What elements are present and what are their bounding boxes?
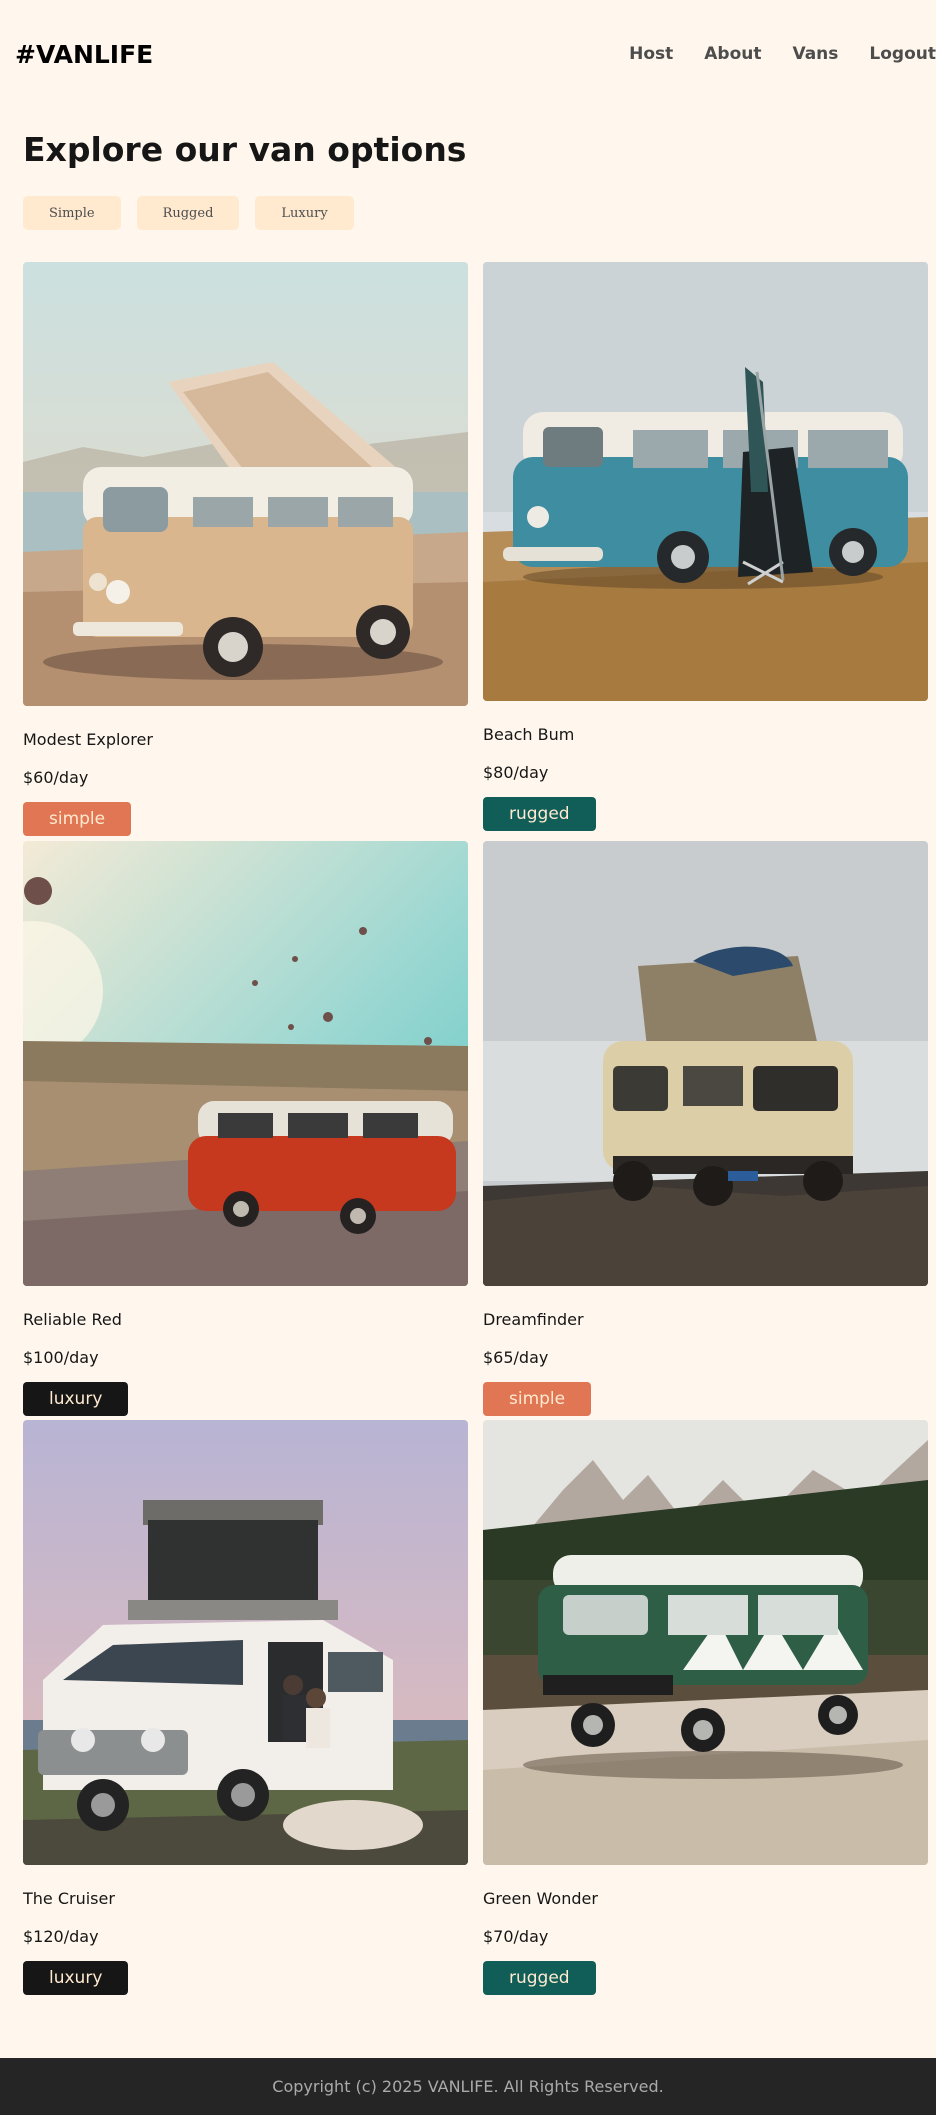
van-price: $80/day: [483, 763, 549, 782]
van-photo[interactable]: [23, 262, 468, 706]
van-card[interactable]: Dreamfinder $65/day simple: [483, 841, 928, 1416]
nav-link-logout[interactable]: Logout: [869, 44, 936, 64]
van-type-badge[interactable]: simple: [483, 1382, 592, 1416]
van-photo[interactable]: [483, 841, 928, 1286]
van-photo[interactable]: [23, 841, 468, 1286]
nav-link-host[interactable]: Host: [629, 44, 673, 64]
nav-link-about[interactable]: About: [704, 44, 761, 64]
van-card[interactable]: Modest Explorer $60/day simple: [23, 262, 468, 836]
van-card[interactable]: Reliable Red $100/day luxury: [23, 841, 468, 1416]
page-title: Explore our van options: [23, 130, 467, 169]
van-photo[interactable]: [483, 1420, 928, 1865]
site-logo[interactable]: #VANLIFE: [15, 40, 153, 69]
van-price: $60/day: [23, 768, 89, 787]
type-filters: Simple Rugged Luxury: [23, 196, 370, 230]
van-type-badge[interactable]: simple: [23, 802, 132, 836]
van-price: $70/day: [483, 1927, 549, 1946]
van-card[interactable]: The Cruiser $120/day luxury: [23, 1420, 468, 1995]
filter-rugged-button[interactable]: Rugged: [136, 196, 240, 230]
van-type-badge[interactable]: luxury: [23, 1961, 129, 1995]
van-name[interactable]: The Cruiser: [23, 1889, 468, 1908]
van-name[interactable]: Modest Explorer: [23, 730, 468, 749]
van-name[interactable]: Green Wonder: [483, 1889, 928, 1908]
van-photo[interactable]: [483, 262, 928, 701]
filter-simple-button[interactable]: Simple: [23, 196, 121, 230]
van-price: $120/day: [23, 1927, 99, 1946]
van-price: $65/day: [483, 1348, 549, 1367]
main-nav: Host About Vans Logout: [598, 44, 936, 64]
van-photo[interactable]: [23, 1420, 468, 1865]
nav-link-vans[interactable]: Vans: [792, 44, 838, 64]
site-footer: Copyright (c) 2025 VANLIFE. All Rights R…: [0, 2058, 936, 2115]
van-type-badge[interactable]: rugged: [483, 797, 596, 831]
van-type-badge[interactable]: luxury: [23, 1382, 129, 1416]
copyright-text: Copyright (c) 2025 VANLIFE. All Rights R…: [272, 2077, 664, 2096]
van-card[interactable]: Beach Bum $80/day rugged: [483, 262, 928, 831]
van-name[interactable]: Dreamfinder: [483, 1310, 928, 1329]
van-type-badge[interactable]: rugged: [483, 1961, 596, 1995]
van-price: $100/day: [23, 1348, 99, 1367]
van-name[interactable]: Reliable Red: [23, 1310, 468, 1329]
site-header: #VANLIFE Host About Vans Logout: [0, 0, 936, 110]
filter-luxury-button[interactable]: Luxury: [255, 196, 354, 230]
van-name[interactable]: Beach Bum: [483, 725, 928, 744]
van-card[interactable]: Green Wonder $70/day rugged: [483, 1420, 928, 1995]
